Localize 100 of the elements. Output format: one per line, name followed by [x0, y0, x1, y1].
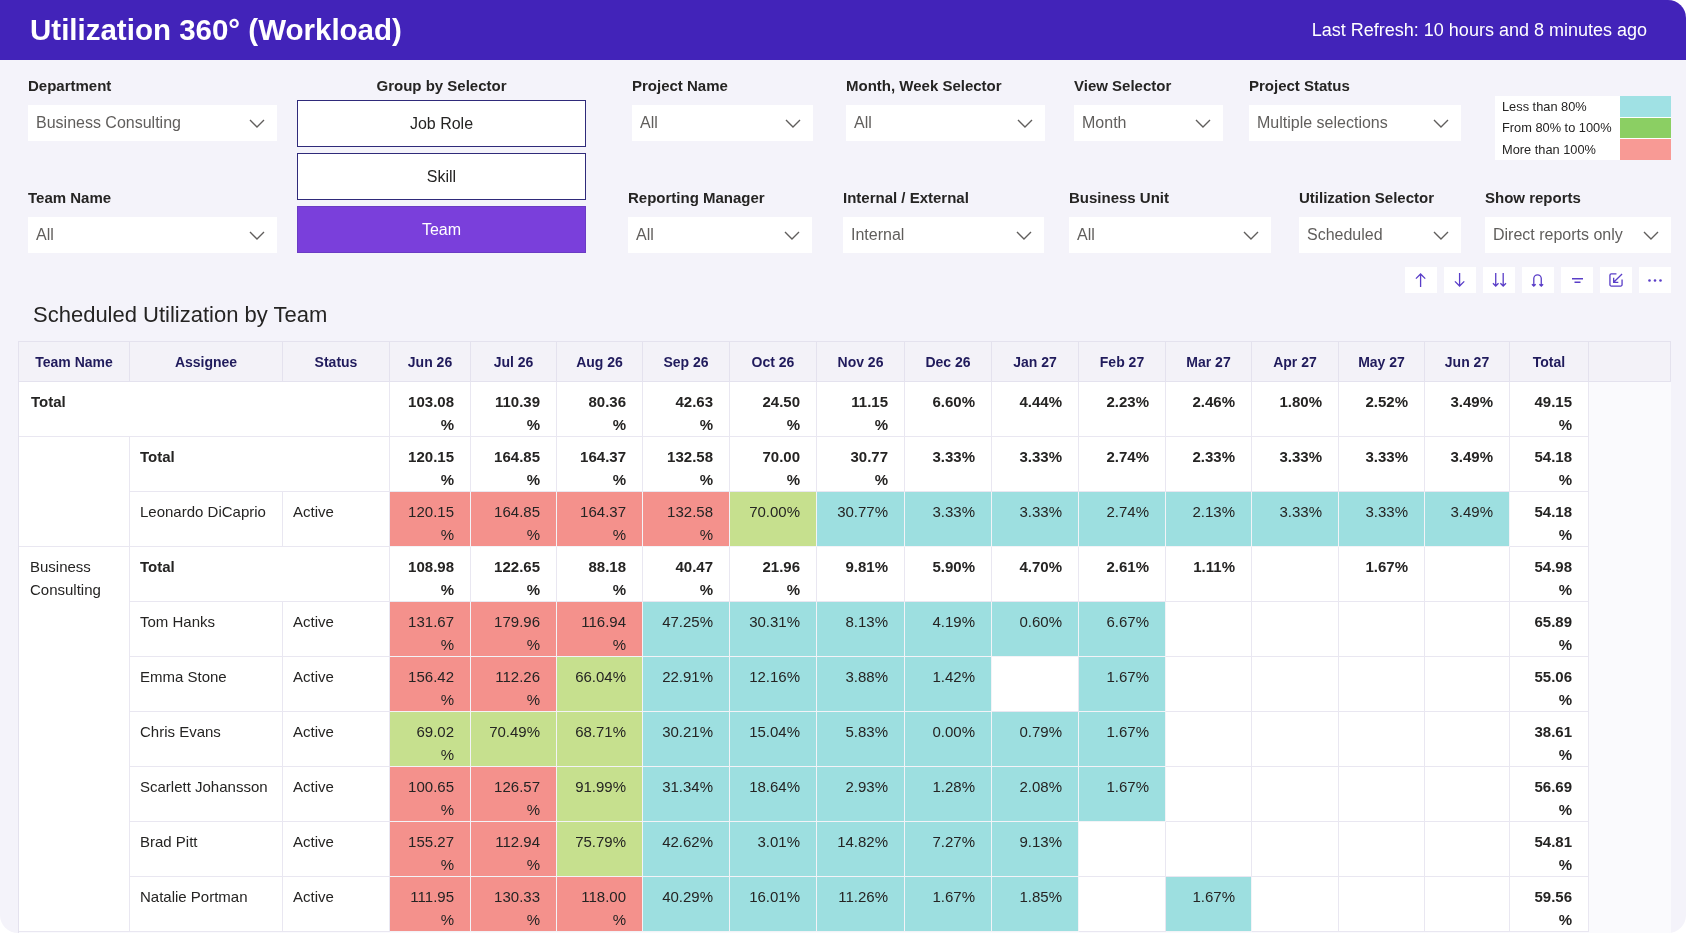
- table-cell: Total: [130, 547, 390, 602]
- dropdown[interactable]: All: [628, 217, 812, 253]
- table-cell: 3.88%: [817, 657, 905, 712]
- legend-label: More than 100%: [1502, 141, 1596, 157]
- column-header[interactable]: Jul 26: [471, 342, 557, 382]
- table-cell: 40.47%: [643, 547, 730, 602]
- double-arrow-down-icon: [1491, 273, 1507, 287]
- group-by-option[interactable]: Job Role: [297, 100, 586, 147]
- table-cell: 3.33%: [1339, 492, 1425, 547]
- table-cell: 3.01%: [730, 822, 817, 877]
- table-cell: 40.29%: [643, 877, 730, 932]
- table-cell: Active: [283, 602, 390, 657]
- toolbar-button[interactable]: [1600, 267, 1632, 293]
- table-cell: 7.27%: [905, 822, 992, 877]
- dropdown[interactable]: All: [632, 105, 813, 141]
- toolbar-button[interactable]: [1483, 267, 1515, 293]
- table-cell: 42.62%: [643, 822, 730, 877]
- table-cell: Active: [283, 712, 390, 767]
- table-cell: 4.70%: [992, 547, 1079, 602]
- table-cell: 112.26%: [471, 657, 557, 712]
- dropdown[interactable]: All: [846, 105, 1045, 141]
- table-cell: 21.96%: [730, 547, 817, 602]
- column-header[interactable]: Total: [1510, 342, 1589, 382]
- table-cell: 100.65%: [390, 767, 471, 822]
- table-cell: 31.34%: [643, 767, 730, 822]
- table-cell: Active: [283, 492, 390, 547]
- table-cell: 15.04%: [730, 712, 817, 767]
- toolbar-button[interactable]: [1444, 267, 1476, 293]
- dropdown[interactable]: Business Consulting: [28, 105, 277, 141]
- dropdown[interactable]: Scheduled: [1299, 217, 1461, 253]
- table-cell: 4.44%: [992, 382, 1079, 437]
- dropdown[interactable]: All: [28, 217, 277, 253]
- table-cell: 2.33%: [1166, 437, 1252, 492]
- column-header[interactable]: Jan 27: [992, 342, 1079, 382]
- column-header[interactable]: Sep 26: [643, 342, 730, 382]
- table-cell: Chris Evans: [130, 712, 283, 767]
- column-header[interactable]: Apr 27: [1252, 342, 1339, 382]
- table-cell: 6.67%: [1079, 602, 1166, 657]
- chevron-down-icon: [1017, 118, 1033, 128]
- table-cell: 3.33%: [1252, 437, 1339, 492]
- table-cell: 11.26%: [817, 877, 905, 932]
- group-by-option[interactable]: Skill: [297, 153, 586, 200]
- toolbar-button[interactable]: [1405, 267, 1437, 293]
- arrow-down-icon: [1454, 273, 1466, 287]
- toolbar-button[interactable]: [1522, 267, 1554, 293]
- column-header[interactable]: Jun 27: [1425, 342, 1510, 382]
- column-header[interactable]: May 27: [1339, 342, 1425, 382]
- table-cell: 1.67%: [1339, 547, 1425, 602]
- table-cell: 2.52%: [1339, 382, 1425, 437]
- table-cell: 164.85%: [471, 437, 557, 492]
- chevron-down-icon: [785, 118, 801, 128]
- table-cell: 3.33%: [905, 437, 992, 492]
- column-header[interactable]: Assignee: [130, 342, 283, 382]
- table-cell: 2.23%: [1079, 382, 1166, 437]
- column-header[interactable]: Team Name: [19, 342, 130, 382]
- table-cell: 155.27%: [390, 822, 471, 877]
- table-cell: 3.33%: [905, 492, 992, 547]
- column-header[interactable]: Jun 26: [390, 342, 471, 382]
- filter-label: Business Unit: [1069, 189, 1170, 207]
- table-cell: 9.13%: [992, 822, 1079, 877]
- dropdown[interactable]: All: [1069, 217, 1271, 253]
- table-cell: 3.49%: [1425, 382, 1510, 437]
- table-cell: 49.15%: [1510, 382, 1589, 437]
- table-cell: 75.79%: [557, 822, 643, 877]
- table-cell: 0.60%: [992, 602, 1079, 657]
- table-cell: 110.39%: [471, 382, 557, 437]
- dropdown[interactable]: Direct reports only: [1485, 217, 1671, 253]
- column-header[interactable]: Dec 26: [905, 342, 992, 382]
- table-cell: 55.06%: [1510, 657, 1589, 712]
- table-cell: 1.67%: [905, 877, 992, 932]
- table-cell: Total: [19, 382, 390, 437]
- table-cell: 2.08%: [992, 767, 1079, 822]
- dropdown[interactable]: Internal: [843, 217, 1044, 253]
- table-cell: 22.91%: [643, 657, 730, 712]
- table-cell: 2.93%: [817, 767, 905, 822]
- dropdown[interactable]: Month: [1074, 105, 1223, 141]
- dropdown[interactable]: Multiple selections: [1249, 105, 1461, 141]
- table-cell: 54.98%: [1510, 547, 1589, 602]
- filter-label: Project Status: [1249, 77, 1350, 95]
- table-cell: 2.61%: [1079, 547, 1166, 602]
- table-cell: 30.77%: [817, 492, 905, 547]
- table-cell: 59.56%: [1510, 877, 1589, 932]
- table-cell: 47.25%: [643, 602, 730, 657]
- column-header[interactable]: Feb 27: [1079, 342, 1166, 382]
- arrow-up-icon: [1415, 273, 1427, 287]
- chevron-down-icon: [1433, 118, 1449, 128]
- table-cell: 30.31%: [730, 602, 817, 657]
- table-cell: 70.00%: [730, 492, 817, 547]
- table-cell: 66.04%: [557, 657, 643, 712]
- table-cell: 111.95%: [390, 877, 471, 932]
- table-cell: 5.90%: [905, 547, 992, 602]
- group-by-option[interactable]: Team: [297, 206, 586, 253]
- filter-label: Show reports: [1485, 189, 1581, 207]
- column-header[interactable]: Aug 26: [557, 342, 643, 382]
- table-cell: 1.28%: [905, 767, 992, 822]
- column-header[interactable]: Oct 26: [730, 342, 817, 382]
- column-header[interactable]: Nov 26: [817, 342, 905, 382]
- column-header[interactable]: Status: [283, 342, 390, 382]
- filter-label: Reporting Manager: [628, 189, 765, 207]
- column-header[interactable]: Mar 27: [1166, 342, 1252, 382]
